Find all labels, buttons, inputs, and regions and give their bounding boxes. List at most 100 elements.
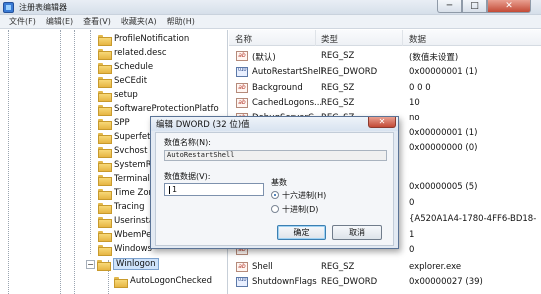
tree-item-winlogon[interactable]: − Winlogon — [86, 257, 159, 271]
value-type: REG_SZ — [321, 262, 355, 272]
folder-icon — [98, 62, 112, 74]
value-name: AutoRestartShell — [252, 67, 324, 77]
ok-button[interactable]: 确定 — [277, 225, 326, 240]
base-group: 基数 十六进制(H) 十进制(D) — [271, 177, 351, 217]
value-data: 0 — [409, 245, 415, 255]
value-data: explorer.exe — [409, 262, 462, 272]
dword-value-icon: 010 — [236, 277, 248, 287]
value-type: REG_SZ — [321, 51, 355, 61]
minimize-button[interactable]: ─ — [437, 0, 462, 13]
string-value-icon: ab — [236, 262, 248, 272]
value-data: {A520A1A4-1780-4FF6-BD18- — [409, 214, 537, 224]
list-row[interactable]: ab (默认) REG_SZ (数值未设置) — [229, 49, 541, 64]
column-name-header[interactable]: 名称 — [235, 33, 252, 45]
tree-guide-line — [60, 30, 61, 294]
string-value-icon: ab — [236, 83, 248, 93]
list-row[interactable]: ab CachedLogons... REG_SZ 10 — [229, 96, 541, 111]
tree-item-label: ProfileNotification — [114, 34, 190, 44]
tree-guide-line — [74, 30, 75, 294]
menu-favorites[interactable]: 收藏夹(A) — [116, 15, 162, 29]
window-title: 注册表编辑器 — [19, 3, 67, 12]
folder-icon — [98, 118, 112, 130]
menu-file[interactable]: 文件(F) — [4, 15, 41, 29]
title-bar: 注册表编辑器 ─ □ ✕ — [0, 0, 541, 15]
value-data: (数值未设置) — [409, 53, 459, 63]
tree-item[interactable]: Windows — [98, 242, 152, 256]
column-separator[interactable] — [402, 30, 403, 46]
value-type: REG_SZ — [321, 83, 355, 93]
tree-item-label: AutoLogonChecked — [130, 276, 212, 286]
value-name: ShutdownFlags — [252, 277, 317, 287]
radio-hex-label: 十六进制(H) — [282, 190, 327, 200]
radio-decimal[interactable]: 十进制(D) — [271, 203, 318, 215]
tree-item[interactable]: AutoLogonChecked — [114, 274, 212, 288]
tree-item[interactable]: Svchost — [98, 144, 147, 158]
cancel-button[interactable]: 取消 — [332, 225, 382, 240]
tree-item[interactable]: setup — [98, 88, 138, 102]
value-data-label: 数值数据(V): — [164, 172, 211, 181]
column-type-header[interactable]: 类型 — [321, 33, 338, 45]
value-type: REG_SZ — [321, 98, 355, 108]
folder-icon — [98, 160, 112, 172]
value-name: Background — [252, 83, 303, 93]
folder-icon — [98, 174, 112, 186]
folder-icon — [98, 202, 112, 214]
value-data: 1 — [409, 230, 415, 240]
tree-item-label: SPP — [114, 118, 130, 128]
folder-icon — [98, 34, 112, 46]
tree-item-label: SoftwareProtectionPlatfo — [114, 104, 219, 114]
close-button[interactable]: ✕ — [487, 0, 531, 13]
list-row[interactable]: ab Shell REG_SZ explorer.exe — [229, 260, 541, 275]
tree-item[interactable]: SoftwareProtectionPlatfo — [98, 102, 219, 116]
list-row[interactable]: 010 AutoRestartShell REG_DWORD 0x00000001 (… — [229, 65, 541, 80]
dialog-title: 编辑 DWORD (32 位)值 — [156, 120, 250, 130]
maximize-button[interactable]: □ — [462, 0, 487, 13]
folder-icon — [98, 146, 112, 158]
dialog-close-button[interactable]: ✕ — [368, 117, 396, 128]
value-name: CachedLogons... — [252, 98, 323, 108]
radio-selected-icon[interactable] — [271, 191, 279, 199]
edit-dword-dialog: 编辑 DWORD (32 位)值 ✕ 数值名称(N): AutoRestartS… — [150, 116, 399, 249]
menu-bar: 文件(F) 编辑(E) 查看(V) 收藏夹(A) 帮助(H) — [0, 15, 541, 29]
tree-item[interactable]: SeCEdit — [98, 74, 147, 88]
tree-guide-line — [8, 30, 9, 294]
column-separator[interactable] — [315, 30, 316, 46]
value-type: REG_DWORD — [321, 67, 378, 77]
folder-icon — [114, 276, 128, 288]
menu-edit[interactable]: 编辑(E) — [41, 15, 78, 29]
tree-item[interactable]: related.desc — [98, 46, 167, 60]
string-value-icon: ab — [236, 98, 248, 108]
tree-item[interactable]: ProfileNotification — [98, 32, 189, 46]
folder-icon — [98, 132, 112, 144]
value-data-input[interactable]: 1 — [164, 183, 264, 196]
list-row[interactable]: ab Background REG_SZ 0 0 0 — [229, 81, 541, 96]
tree-item-label: Tracing — [114, 202, 145, 212]
value-name: Shell — [252, 262, 273, 272]
tree-item[interactable]: Tracing — [98, 200, 144, 214]
menu-view[interactable]: 查看(V) — [78, 15, 116, 29]
tree-item-label: SeCEdit — [114, 76, 148, 86]
radio-hexadecimal[interactable]: 十六进制(H) — [271, 189, 326, 201]
column-data-header[interactable]: 数据 — [409, 33, 426, 45]
radio-unselected-icon[interactable] — [271, 205, 279, 213]
value-name-label: 数值名称(N): — [164, 138, 211, 147]
tree-item[interactable]: SPP — [98, 116, 130, 130]
menu-help[interactable]: 帮助(H) — [162, 15, 200, 29]
tree-item[interactable]: WbemPerf — [98, 228, 158, 242]
dialog-title-bar[interactable]: 编辑 DWORD (32 位)值 ✕ — [151, 117, 398, 131]
value-name: (默认) — [252, 53, 276, 63]
value-data-text: 1 — [172, 185, 178, 194]
folder-open-icon — [97, 259, 111, 271]
tree-item[interactable]: Schedule — [98, 60, 153, 74]
value-type: REG_DWORD — [321, 277, 378, 287]
tree-item-label: Svchost — [114, 146, 148, 156]
collapse-icon[interactable]: − — [86, 259, 95, 269]
tree-item-label: related.desc — [114, 48, 167, 58]
value-data: 0 — [409, 198, 415, 208]
list-row[interactable]: 010 ShutdownFlags REG_DWORD 0x00000027 (39) — [229, 275, 541, 290]
tree-guide-line — [90, 30, 91, 254]
folder-icon — [98, 188, 112, 200]
value-data: 0x00000005 (5) — [409, 182, 478, 192]
folder-icon — [98, 216, 112, 228]
tree-item-label: Winlogon — [113, 258, 159, 270]
